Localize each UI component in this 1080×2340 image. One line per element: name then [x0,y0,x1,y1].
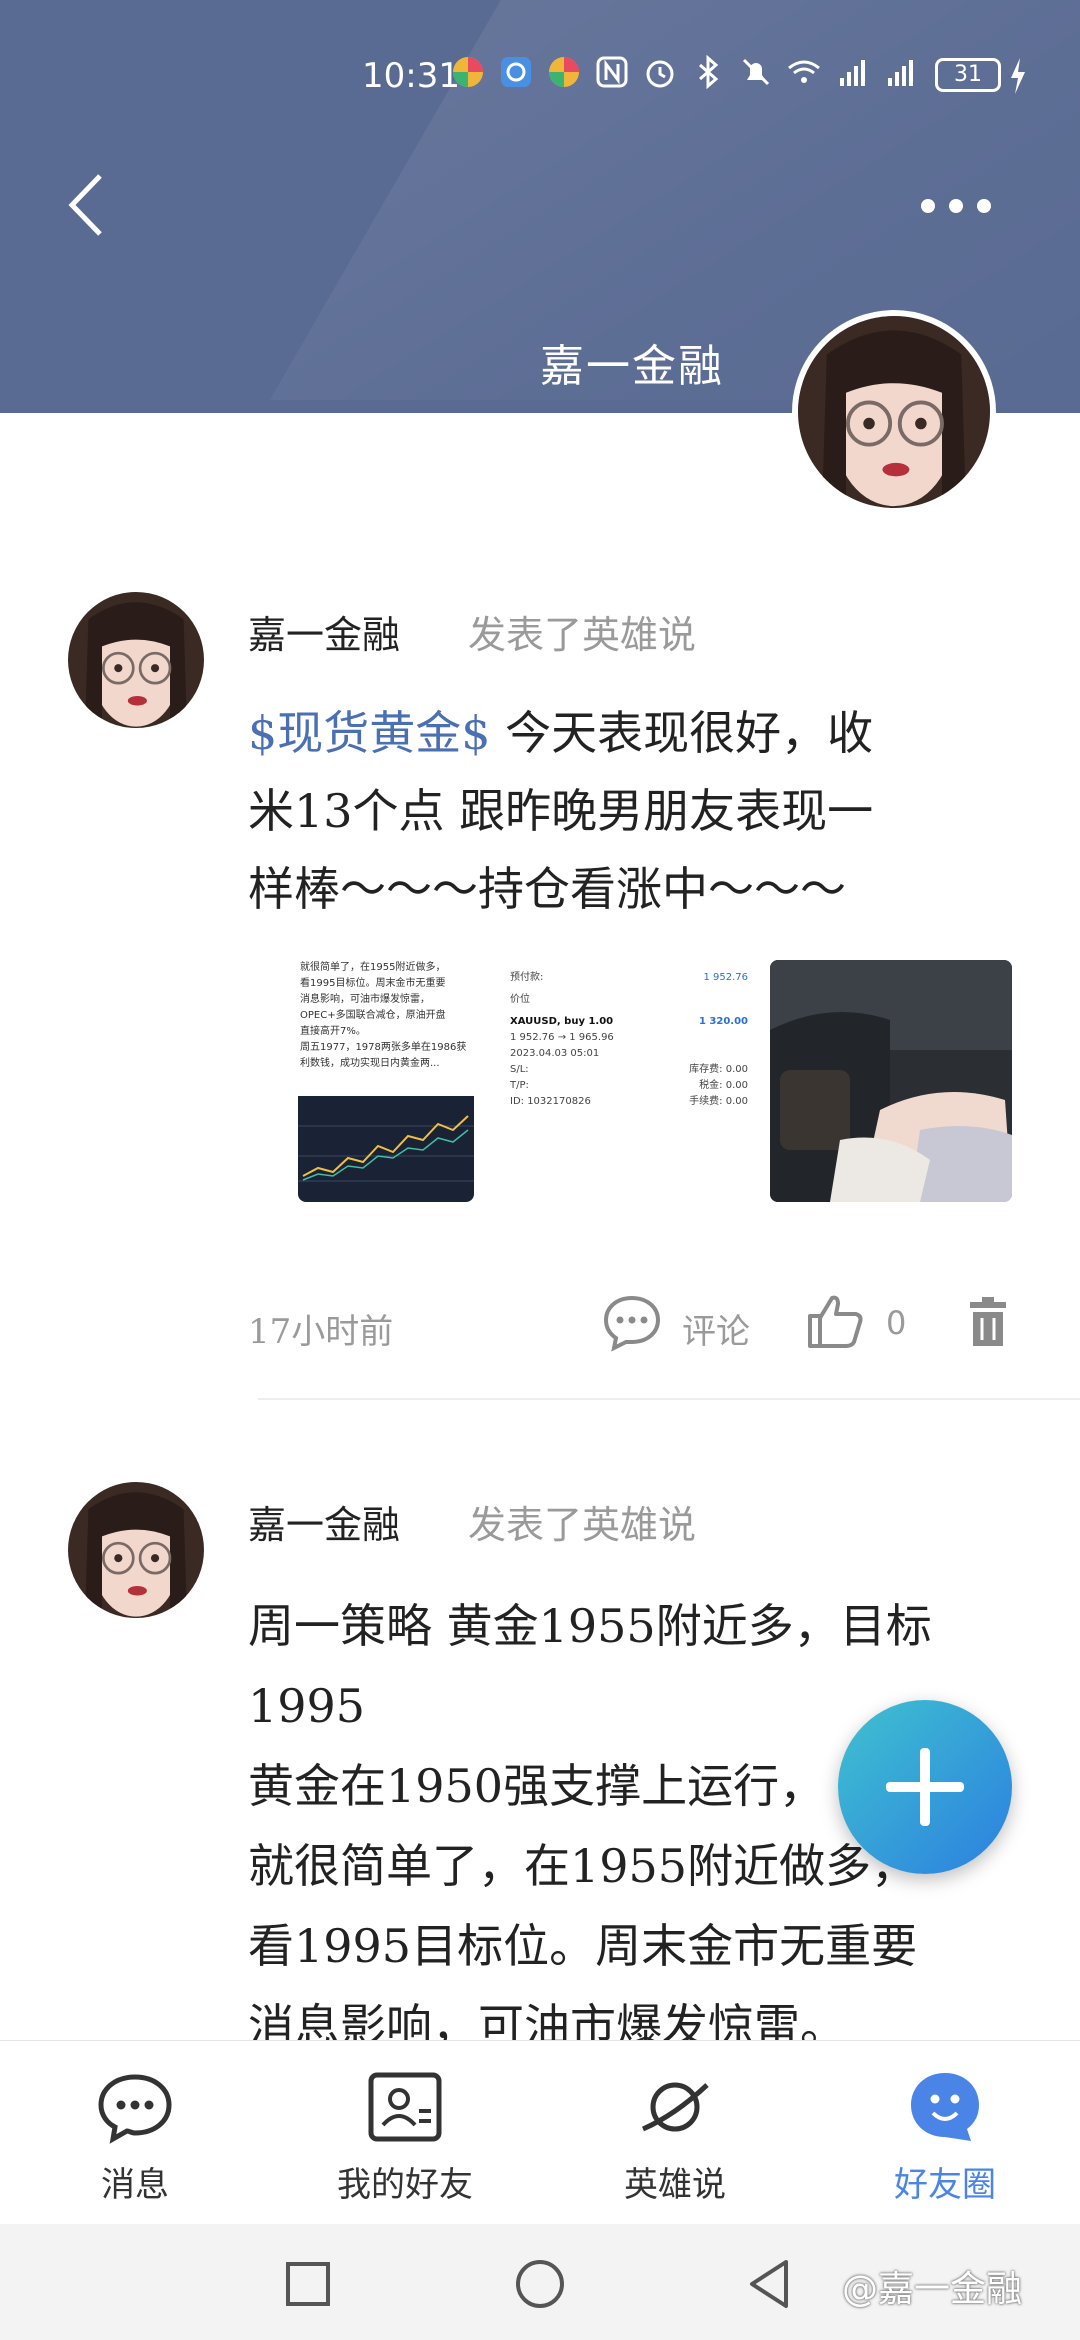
stock-tag-link[interactable]: $现货黄金$ [248,706,491,760]
nav-item-moments[interactable]: 好友圈 [810,2041,1080,2225]
wifi-icon [786,54,822,90]
trade-details: 预付款: 1 952.76 价位 XAUUSD, buy 1.00 1 320.00… [510,972,748,1107]
comment-icon[interactable] [600,1290,664,1354]
post-line: 米13个点 跟昨晚男朋友表现一 [248,784,874,838]
post-content: $现货黄金$ 今天表现很好，收 米13个点 跟昨晚男朋友表现一 样棒～～～持仓看… [248,694,1028,928]
post-line: 样棒～～～持仓看涨中～～～ [248,862,846,916]
charging-icon [1011,58,1025,94]
nav-label: 英雄说 [624,2165,726,2205]
recent-apps-icon[interactable] [278,2254,338,2314]
post-meta-row: 17小时前 评论 0 [0,1290,1080,1360]
post-image-article[interactable]: 就很简单了，在1955附近做多， 看1995目标位。周末金市无重要 消息影响，可… [298,960,474,1202]
more-options-icon[interactable] [916,186,996,226]
nav-label: 我的好友 [337,2165,473,2205]
back-triangle-icon[interactable] [740,2254,800,2314]
author-name[interactable]: 嘉一金融 [248,1494,400,1549]
post-line: 看1995目标位。周末金市无重要 [248,1919,918,1973]
profile-avatar[interactable] [792,310,996,514]
mute-icon [738,54,774,90]
smiley-bubble-icon [911,2073,979,2141]
post-action-label: 发表了英雄说 [468,613,697,657]
nav-item-heroes[interactable]: 英雄说 [540,2041,810,2225]
home-icon[interactable] [510,2254,570,2314]
signal-4g-icon [834,54,870,90]
author-avatar[interactable] [68,1482,204,1618]
battery-icon: 31 [935,58,1001,92]
plus-icon [886,1748,964,1826]
app-notification-icon [498,54,534,90]
chat-bubble-icon [98,2074,172,2144]
status-bar: 10:31 31 [0,50,1080,110]
like-count: 0 [886,1304,907,1342]
nav-label: 消息 [101,2165,169,2205]
bluetooth-icon [690,54,726,90]
add-post-button[interactable] [838,1700,1012,1874]
gold-chart-thumbnail [298,1096,474,1202]
post-image-photo[interactable] [770,960,1012,1202]
author-name[interactable]: 嘉一金融 [248,604,400,659]
status-time: 10:31 [362,56,460,96]
trash-icon[interactable] [960,1294,1016,1350]
thumbs-up-icon[interactable] [804,1290,866,1352]
page-title: 嘉一金融 [540,341,724,392]
bottom-nav: 消息 我的好友 英雄说 好友圈 [0,2040,1080,2224]
comment-button[interactable]: 评论 [682,1304,750,1353]
signal-4g-icon [882,54,918,90]
nav-item-messages[interactable]: 消息 [0,2041,270,2225]
car-seat-photo [770,960,1012,1202]
post-timestamp: 17小时前 [248,1312,394,1352]
watermark: @嘉一金融 [842,2269,1023,2310]
article-text: 就很简单了，在1955附近做多， 看1995目标位。周末金市无重要 消息影响，可… [300,962,467,1069]
alarm-icon [642,54,678,90]
app-notification-icon [450,54,486,90]
divider [258,1398,1080,1400]
nav-item-friends[interactable]: 我的好友 [270,2041,540,2225]
post-line-text: 今天表现很好，收 [490,706,874,760]
contact-card-icon [368,2072,442,2142]
author-avatar[interactable] [68,592,204,728]
app-notification-icon [546,54,582,90]
nav-label: 好友圈 [894,2165,996,2205]
post-line: $现货黄金$ 今天表现很好，收 [248,694,1028,772]
post-image-trade[interactable]: 预付款: 1 952.76 价位 XAUUSD, buy 1.00 1 320.00… [504,960,752,1202]
post-action-label: 发表了英雄说 [468,1503,697,1547]
back-arrow-icon[interactable] [60,170,116,240]
nfc-icon [594,54,630,90]
system-nav-bar: @嘉一金融 [0,2224,1080,2340]
post-line: 周一策略 黄金1955附近多，目标 [248,1599,932,1653]
status-icons [450,54,918,90]
planet-icon [641,2082,709,2132]
